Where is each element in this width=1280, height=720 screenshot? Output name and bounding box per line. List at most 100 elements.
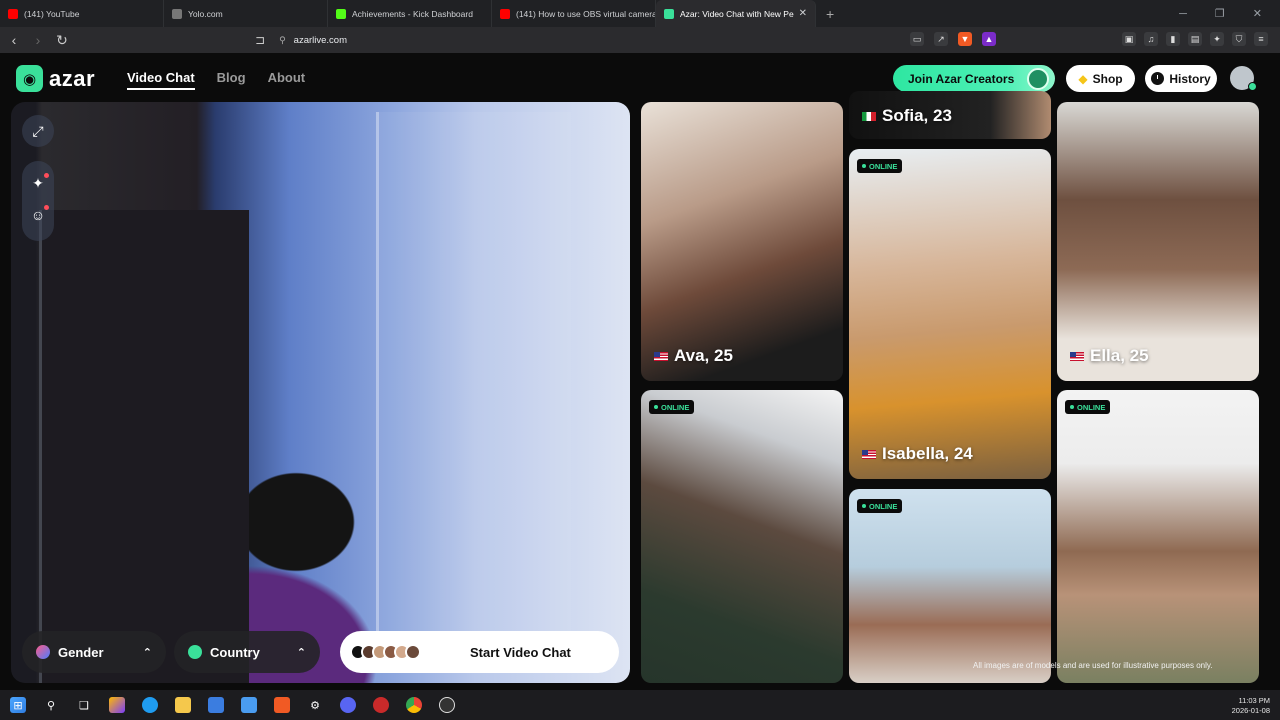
share-icon[interactable]: ↗ [934, 32, 948, 46]
camera-preview: ⤢ ✦ ☺ Gender ⌃ Country ⌃ Start Video Cha… [11, 102, 630, 683]
profile-name: Sofia, 23 [862, 106, 952, 126]
edge-icon[interactable] [142, 697, 158, 713]
clock-icon [1151, 72, 1165, 85]
profile-card-sofia: Sofia, 23 [849, 91, 1051, 139]
system-clock[interactable]: 11:03 PM 2026-01-08 [1232, 696, 1270, 716]
tab-azar[interactable]: Azar: Video Chat with New Pe ✕ [656, 0, 816, 27]
address-actions: ▭ ↗ ▼ ▲ [910, 32, 996, 46]
italy-flag-icon [862, 111, 876, 121]
avatar-stack [350, 644, 421, 660]
expand-icon[interactable]: ⤢ [22, 115, 54, 147]
us-flag-icon [654, 351, 668, 361]
creator-badge-icon [1027, 68, 1049, 90]
sidebar-icon[interactable]: ▮ [1166, 32, 1180, 46]
shop-button[interactable]: ◆ Shop [1066, 65, 1135, 92]
profile-card-ella: Ella, 25 [1057, 102, 1259, 381]
wallet-icon[interactable]: ▤ [1188, 32, 1202, 46]
record-app-icon[interactable] [373, 697, 389, 713]
yolo-icon [172, 8, 182, 19]
ai-icon[interactable]: ✦ [1210, 32, 1224, 46]
azar-logo-icon: ◉ [16, 65, 43, 92]
tab-youtube-obs[interactable]: (141) How to use OBS virtual camera [492, 0, 656, 27]
gender-icon [36, 645, 50, 659]
chevron-up-icon: ⌃ [142, 646, 152, 659]
menu-icon[interactable]: ≡ [1254, 32, 1268, 46]
mail-icon[interactable] [241, 697, 257, 713]
close-tab-icon[interactable]: ✕ [799, 8, 807, 19]
site-info-icon[interactable]: ⚲ [279, 35, 286, 46]
profile-card-ava: Ava, 25 [641, 102, 843, 381]
vpn-icon[interactable]: ⛉ [1232, 32, 1246, 46]
history-button[interactable]: History [1145, 65, 1217, 92]
globe-icon [188, 645, 202, 659]
online-badge: ONLINE [857, 159, 903, 173]
file-explorer-icon[interactable] [175, 697, 191, 713]
reload-icon[interactable]: ↻ [52, 32, 72, 49]
kick-icon [336, 8, 346, 19]
profile-card-laughing: ONLINE [849, 489, 1051, 683]
main-content: ⤢ ✦ ☺ Gender ⌃ Country ⌃ Start Video Cha… [0, 91, 1280, 690]
clock-date: 2026-01-08 [1231, 706, 1270, 715]
profile-card-smiling: ONLINE [1057, 390, 1259, 683]
profile-name: Isabella, 24 [862, 444, 973, 464]
status-dot [1248, 82, 1257, 91]
site-header: ◉ azar Video Chat Blog About Join Azar C… [0, 53, 1280, 141]
nav-about[interactable]: About [268, 70, 306, 90]
address-bar[interactable]: ⊐ ⚲ azarlive.com [255, 30, 1005, 50]
gender-filter[interactable]: Gender ⌃ [22, 631, 166, 673]
screenshot-icon[interactable]: ▣ [1122, 32, 1136, 46]
user-avatar [405, 644, 421, 660]
bookmark-icon[interactable]: ⊐ [255, 33, 265, 47]
tab-youtube[interactable]: (141) YouTube [0, 0, 164, 27]
expand-control: ⤢ [22, 115, 54, 147]
minimize-icon[interactable]: ─ [1179, 8, 1187, 20]
nav-video-chat[interactable]: Video Chat [127, 70, 195, 90]
join-creators-button[interactable]: Join Azar Creators [893, 65, 1055, 92]
brave-icon[interactable] [274, 697, 290, 713]
new-tab-button[interactable]: + [826, 6, 834, 22]
windows-taskbar: ⊞ ⚲ ❏ ⚙ 11:03 PM 2026-01-08 [0, 690, 1280, 720]
store-icon[interactable] [208, 697, 224, 713]
tab-label: Azar: Video Chat with New Pe [680, 8, 794, 19]
rewards-icon[interactable]: ▲ [982, 32, 996, 46]
start-video-chat-label: Start Video Chat [470, 644, 571, 660]
tab-yolo[interactable]: Yolo.com [164, 0, 328, 27]
tab-label: (141) How to use OBS virtual camera [516, 8, 656, 19]
country-filter[interactable]: Country ⌃ [174, 631, 320, 673]
chevron-up-icon: ⌃ [296, 646, 306, 659]
maximize-icon[interactable]: ❐ [1215, 7, 1225, 20]
search-icon[interactable]: ⚲ [43, 697, 59, 713]
notification-dot [44, 205, 49, 210]
browser-toolbar: ‹ › ↻ ⊐ ⚲ azarlive.com ▭ ↗ ▼ ▲ ▣ ♫ ▮ ▤ ✦… [0, 27, 1280, 53]
obs-icon[interactable] [439, 697, 455, 713]
chrome-icon[interactable] [406, 697, 422, 713]
copilot-icon[interactable] [109, 697, 125, 713]
url-text[interactable]: azarlive.com [294, 35, 347, 46]
azar-logo[interactable]: ◉ azar [16, 65, 95, 92]
profile-name: Ella, 25 [1070, 346, 1149, 366]
windows-start-icon[interactable]: ⊞ [10, 697, 26, 713]
forward-icon[interactable]: › [28, 32, 48, 48]
sparkle-icon[interactable]: ✦ [22, 167, 54, 199]
profile-name-text: Ella, 25 [1090, 346, 1149, 365]
brave-shield-icon[interactable]: ▼ [958, 32, 972, 46]
settings-icon[interactable]: ⚙ [307, 697, 323, 713]
us-flag-icon [862, 449, 876, 459]
nav-blog[interactable]: Blog [217, 70, 246, 90]
tab-label: (141) YouTube [24, 8, 80, 19]
join-creators-label: Join Azar Creators [908, 71, 1015, 86]
logo-text: azar [49, 65, 96, 91]
profile-name: Ava, 25 [654, 346, 733, 366]
profile-avatar[interactable] [1230, 66, 1257, 91]
discord-icon[interactable] [340, 697, 356, 713]
task-view-icon[interactable]: ❏ [76, 697, 92, 713]
start-video-chat-button[interactable]: Start Video Chat [340, 631, 619, 673]
music-icon[interactable]: ♫ [1144, 32, 1158, 46]
back-icon[interactable]: ‹ [4, 32, 24, 48]
azar-icon [664, 8, 674, 19]
close-window-icon[interactable]: ✕ [1253, 7, 1262, 20]
sticker-icon[interactable]: ☺ [22, 199, 54, 231]
tab-kick[interactable]: Achievements - Kick Dashboard [328, 0, 492, 27]
window-controls: ─ ❐ ✕ [1179, 0, 1280, 27]
cast-icon[interactable]: ▭ [910, 32, 924, 46]
